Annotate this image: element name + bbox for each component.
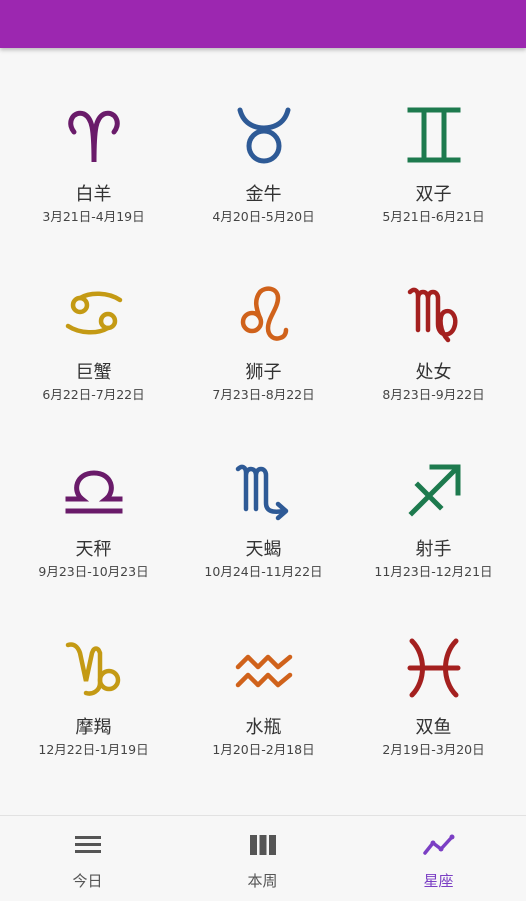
sign-name: 白羊 — [75, 184, 112, 205]
sign-date-range: 8月23日-9月22日 — [382, 387, 485, 402]
sign-date-range: 9月23日-10月23日 — [38, 564, 149, 579]
sign-name: 天蝎 — [245, 539, 282, 560]
gemini-icon — [404, 104, 464, 166]
sign-name: 巨蟹 — [75, 362, 112, 383]
sign-date-range: 11月23日-12月21日 — [374, 564, 493, 579]
pisces-icon — [404, 637, 464, 699]
app-bar — [0, 0, 526, 48]
sign-name: 双子 — [415, 184, 452, 205]
sign-date-range: 10月24日-11月22日 — [204, 564, 323, 579]
zodiac-cell-sagittarius[interactable]: 射手 11月23日-12月21日 — [346, 403, 521, 579]
zodiac-cell-pisces[interactable]: 双鱼 2月19日-3月20日 — [346, 581, 521, 757]
sign-name: 金牛 — [245, 184, 282, 205]
sign-date-range: 3月21日-4月19日 — [42, 209, 145, 224]
zodiac-cell-capricorn[interactable]: 摩羯 12月22日-1月19日 — [6, 581, 181, 757]
zodiac-cell-taurus[interactable]: 金牛 4月20日-5月20日 — [176, 48, 351, 224]
sign-date-range: 12月22日-1月19日 — [38, 742, 149, 757]
zodiac-cell-aquarius[interactable]: 水瓶 1月20日-2月18日 — [176, 581, 351, 757]
nav-tab-label: 本周 — [247, 872, 278, 890]
sign-name: 水瓶 — [245, 717, 282, 738]
sign-name: 处女 — [415, 362, 452, 383]
cancer-icon — [64, 282, 124, 344]
columns-icon — [247, 832, 279, 858]
bottom-navigation: 今日 本周 星座 — [0, 815, 526, 901]
sign-date-range: 1月20日-2月18日 — [212, 742, 315, 757]
sign-name: 射手 — [415, 539, 452, 560]
sign-date-range: 5月21日-6月21日 — [382, 209, 485, 224]
nav-tab-label: 今日 — [72, 872, 103, 890]
list-icon — [72, 832, 104, 858]
aries-icon — [64, 104, 124, 166]
virgo-icon — [404, 282, 464, 344]
aquarius-icon — [234, 637, 294, 699]
zodiac-grid: 白羊 3月21日-4月19日 金牛 4月20日-5月20日 双子 5月21日-6… — [0, 48, 526, 813]
taurus-icon — [234, 104, 294, 166]
sign-name: 天秤 — [75, 539, 112, 560]
trend-icon — [422, 832, 455, 858]
zodiac-cell-aries[interactable]: 白羊 3月21日-4月19日 — [6, 48, 181, 224]
sign-name: 双鱼 — [415, 717, 452, 738]
sign-name: 摩羯 — [75, 717, 112, 738]
sign-date-range: 4月20日-5月20日 — [212, 209, 315, 224]
zodiac-cell-scorpio[interactable]: 天蝎 10月24日-11月22日 — [176, 403, 351, 579]
nav-tab-week[interactable]: 本周 — [175, 816, 350, 901]
leo-icon — [234, 282, 294, 344]
scorpio-icon — [234, 459, 294, 521]
sagittarius-icon — [404, 459, 464, 521]
nav-tab-zodiac[interactable]: 星座 — [351, 816, 526, 901]
nav-tab-label: 星座 — [423, 872, 454, 890]
capricorn-icon — [64, 637, 124, 699]
sign-date-range: 6月22日-7月22日 — [42, 387, 145, 402]
sign-name: 狮子 — [245, 362, 282, 383]
zodiac-cell-virgo[interactable]: 处女 8月23日-9月22日 — [346, 226, 521, 402]
nav-tab-today[interactable]: 今日 — [0, 816, 175, 901]
zodiac-cell-gemini[interactable]: 双子 5月21日-6月21日 — [346, 48, 521, 224]
zodiac-cell-cancer[interactable]: 巨蟹 6月22日-7月22日 — [6, 226, 181, 402]
zodiac-cell-leo[interactable]: 狮子 7月23日-8月22日 — [176, 226, 351, 402]
sign-date-range: 7月23日-8月22日 — [212, 387, 315, 402]
sign-date-range: 2月19日-3月20日 — [382, 742, 485, 757]
libra-icon — [64, 459, 124, 521]
zodiac-cell-libra[interactable]: 天秤 9月23日-10月23日 — [6, 403, 181, 579]
